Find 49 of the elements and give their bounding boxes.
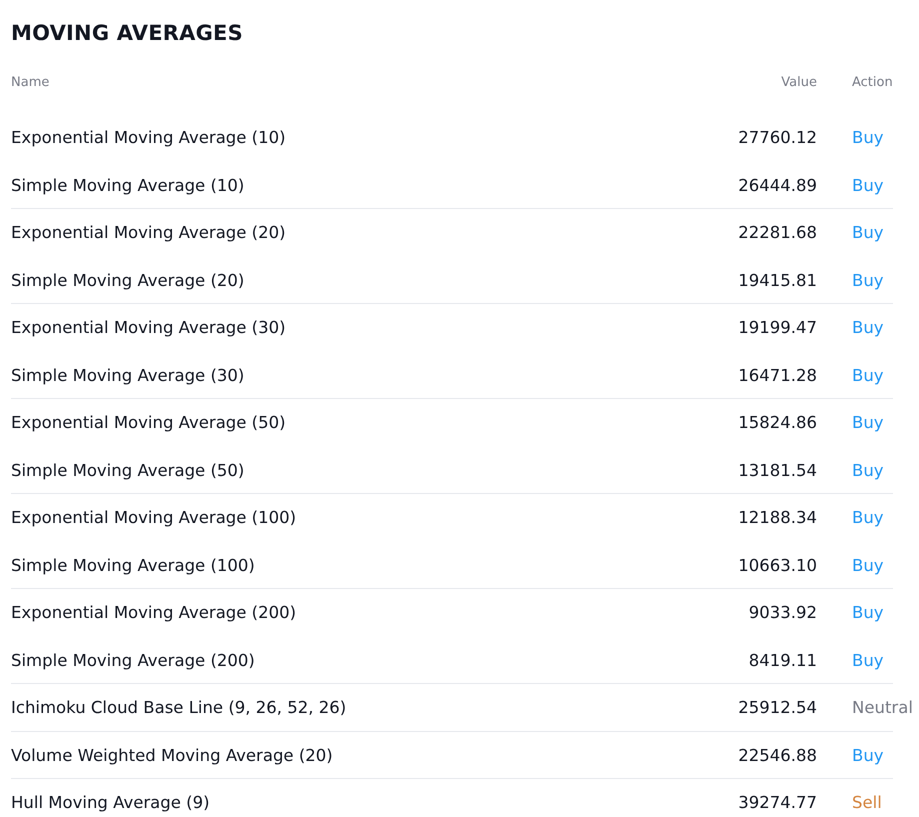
action-signal: Buy	[851, 508, 885, 528]
indicator-value: 39274.77	[737, 793, 817, 812]
action-signal: Buy	[851, 223, 885, 242]
action-signal: Buy	[851, 603, 885, 622]
indicator-name: Simple Moving Average (100)	[11, 556, 256, 575]
indicator-value: 25912.54	[737, 698, 817, 718]
column-header: Action	[851, 74, 894, 90]
action-signal: Buy	[851, 746, 885, 765]
action-signal: Buy	[851, 318, 885, 338]
action-signal: Buy	[851, 460, 885, 480]
indicator-name: Hull Moving Average (9)	[11, 793, 211, 812]
action-signal: Buy	[851, 128, 885, 148]
indicator-value: 13181.54	[737, 460, 817, 480]
indicator-name: Simple Moving Average (10)	[11, 176, 246, 195]
indicator-value: 27760.12	[737, 128, 817, 148]
indicator-value: 26444.89	[737, 176, 817, 195]
action-signal: Sell	[851, 793, 883, 812]
indicator-value: 8419.11	[748, 650, 817, 670]
indicator-value: 9033.92	[748, 603, 817, 622]
indicator-value: 12188.34	[737, 508, 817, 528]
indicator-name: Exponential Moving Average (20)	[11, 223, 287, 242]
action-signal: Buy	[851, 270, 885, 290]
column-header: Value	[780, 74, 817, 90]
indicator-value: 15824.86	[737, 413, 817, 432]
indicator-name: Ichimoku Cloud Base Line (9, 26, 52, 26)	[11, 698, 348, 718]
column-header: Name	[11, 74, 50, 90]
section-title: MOVING AVERAGES	[11, 20, 244, 47]
indicator-name: Simple Moving Average (200)	[11, 650, 256, 670]
indicator-value: 22546.88	[737, 746, 817, 765]
indicator-name: Simple Moving Average (30)	[11, 366, 246, 385]
indicator-value: 19199.47	[737, 318, 817, 338]
action-signal: Buy	[851, 366, 885, 385]
indicator-name: Volume Weighted Moving Average (20)	[11, 746, 334, 765]
indicator-name: Simple Moving Average (20)	[11, 270, 246, 290]
action-signal: Buy	[851, 556, 885, 575]
indicator-value: 10663.10	[737, 556, 817, 575]
indicator-name: Exponential Moving Average (30)	[11, 318, 287, 338]
indicator-name: Exponential Moving Average (100)	[11, 508, 298, 528]
action-signal: Buy	[851, 413, 885, 432]
action-signal: Buy	[851, 650, 885, 670]
action-signal: Neutral	[851, 698, 914, 718]
indicator-name: Exponential Moving Average (200)	[11, 603, 298, 622]
indicator-value: 22281.68	[737, 223, 817, 242]
indicator-name: Exponential Moving Average (10)	[11, 128, 287, 148]
indicator-value: 16471.28	[737, 366, 817, 385]
action-signal: Buy	[851, 176, 885, 195]
indicator-value: 19415.81	[737, 270, 817, 290]
indicator-name: Simple Moving Average (50)	[11, 460, 246, 480]
indicator-name: Exponential Moving Average (50)	[11, 413, 287, 432]
